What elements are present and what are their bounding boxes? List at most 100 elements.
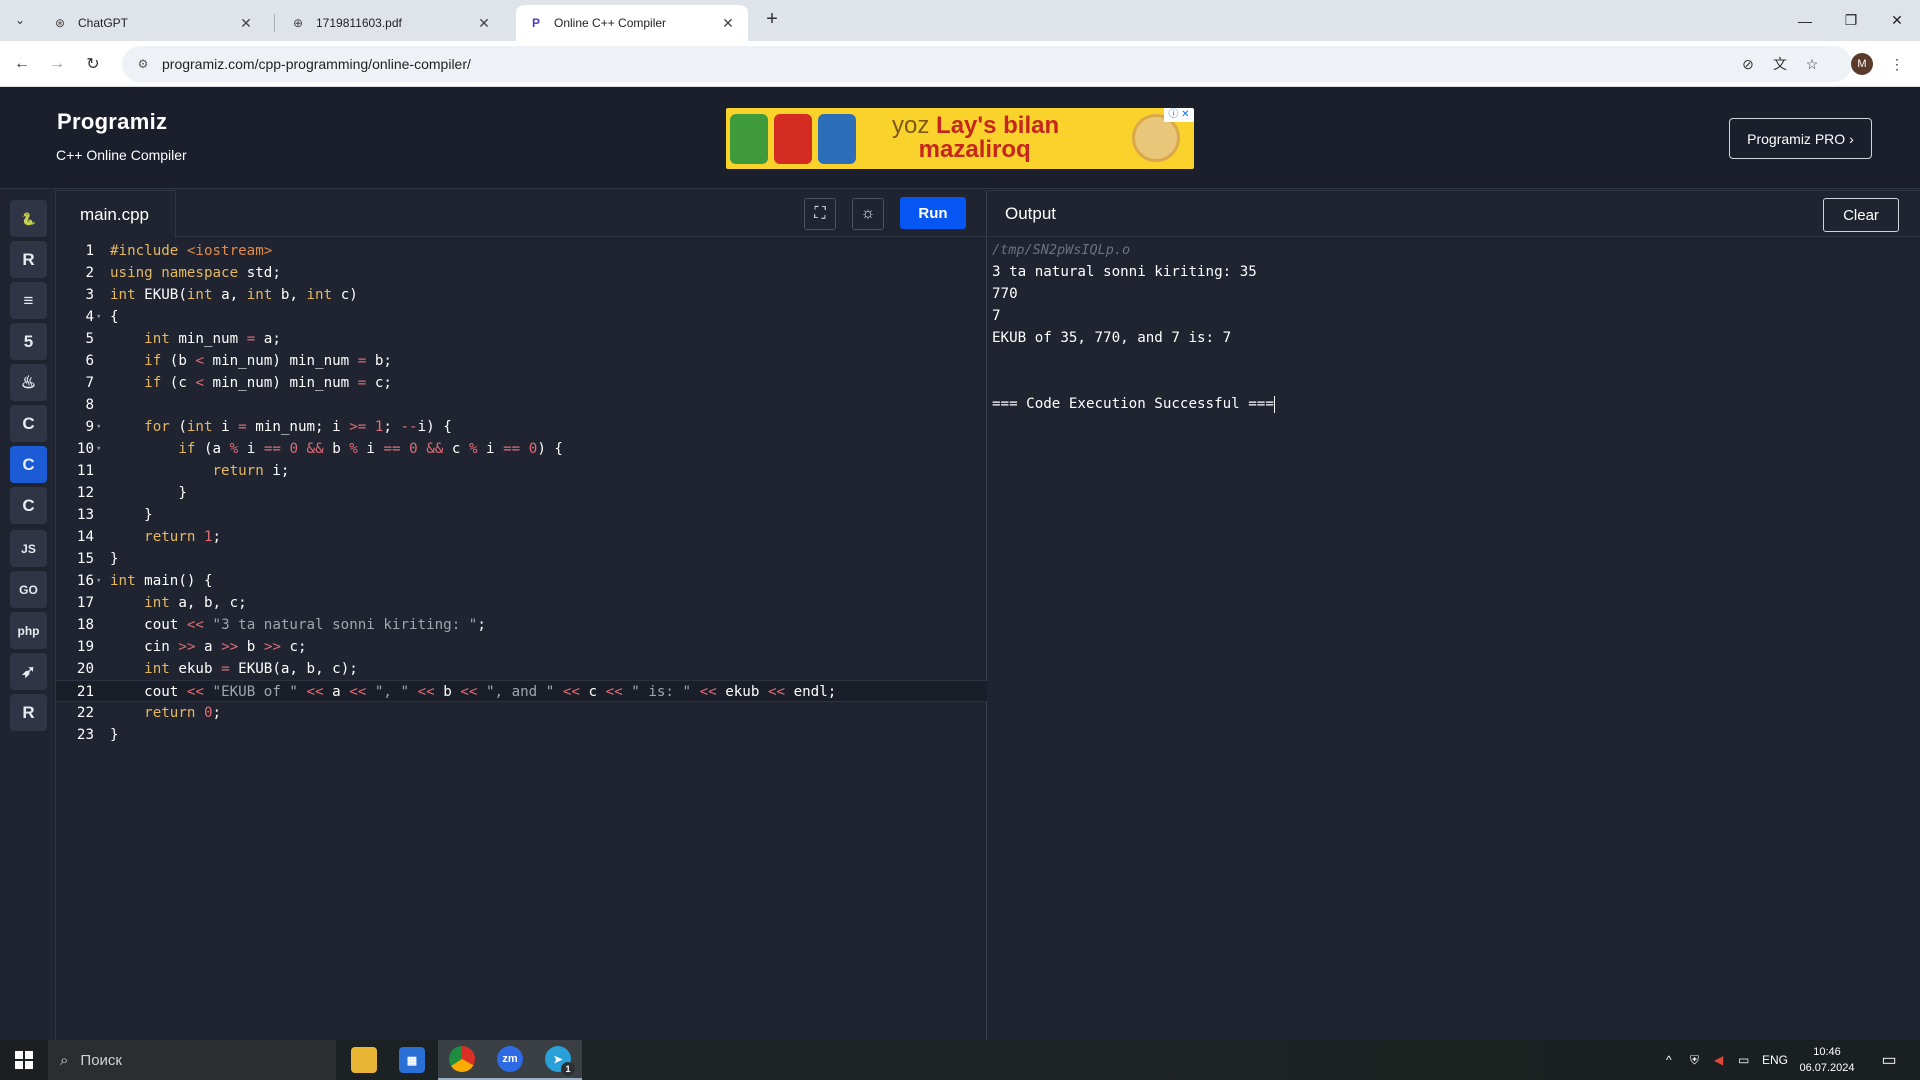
search-placeholder: Поиск: [80, 1051, 122, 1069]
close-icon[interactable]: ✕: [720, 15, 736, 32]
swift-icon[interactable]: ➶: [10, 653, 47, 690]
fold-arrow-icon[interactable]: ▾: [96, 416, 106, 438]
cpp-icon[interactable]: C: [10, 446, 47, 483]
reload-icon[interactable]: ↻: [80, 51, 106, 77]
output-line: === Code Execution Successful ===: [992, 395, 1275, 413]
fold-arrow-icon[interactable]: ▾: [96, 570, 106, 592]
menu-dots-icon[interactable]: ⋮: [1886, 53, 1908, 75]
code-line[interactable]: 14 return 1;: [56, 526, 987, 548]
code-text: int ekub = EKUB(a, b, c);: [144, 661, 358, 677]
forward-icon[interactable]: →: [44, 51, 70, 77]
code-line[interactable]: 2 using namespace std;: [56, 262, 987, 284]
tab-pdf[interactable]: ⊕ 1719811603.pdf ✕: [278, 5, 504, 41]
tab-search-icon[interactable]: ⌄: [8, 8, 32, 32]
code-line[interactable]: 17 int a, b, c;: [56, 592, 987, 614]
fullscreen-icon[interactable]: ⛶: [804, 198, 836, 230]
c-icon[interactable]: C: [10, 405, 47, 442]
close-icon[interactable]: ✕: [238, 15, 254, 32]
tray-volume-icon[interactable]: ◀: [1714, 1040, 1723, 1080]
tray-language[interactable]: ENG: [1762, 1040, 1788, 1080]
programiz-pro-button[interactable]: Programiz PRO ›: [1729, 118, 1872, 159]
tab-chatgpt[interactable]: ⊛ ChatGPT ✕: [40, 5, 266, 41]
close-icon[interactable]: ✕: [476, 15, 492, 32]
code-line[interactable]: 10 ▾ if (a % i == 0 && b % i == 0 && c % …: [56, 438, 987, 460]
code-text: if (b < min_num) min_num = b;: [144, 353, 392, 369]
code-line[interactable]: 11 return i;: [56, 460, 987, 482]
code-line[interactable]: 23}: [56, 724, 987, 746]
code-line[interactable]: 21 cout << "EKUB of " << a << ", " << b …: [56, 680, 987, 702]
rust-icon[interactable]: R: [10, 694, 47, 731]
php-icon[interactable]: php: [10, 612, 47, 649]
code-text: }: [110, 507, 153, 523]
theme-toggle-icon[interactable]: ☼: [852, 198, 884, 230]
javascript-icon[interactable]: JS: [10, 530, 47, 567]
bookmark-star-icon[interactable]: ☆: [1801, 53, 1823, 75]
camera-off-icon[interactable]: ⊘: [1737, 53, 1759, 75]
output-header: Output Clear: [988, 190, 1920, 237]
site-info-icon[interactable]: ⚙: [132, 57, 154, 71]
code-line[interactable]: 1 #include <iostream>: [56, 240, 987, 262]
minimize-icon[interactable]: —: [1782, 0, 1828, 41]
python-icon[interactable]: 🐍: [10, 200, 47, 237]
start-button[interactable]: [0, 1040, 48, 1080]
code-line[interactable]: 20 int ekub = EKUB(a, b, c);: [56, 658, 987, 680]
tray-display-icon[interactable]: ▭: [1738, 1040, 1749, 1080]
code-line[interactable]: 19 cin >> a >> b >> c;: [56, 636, 987, 658]
output-console[interactable]: /tmp/SN2pWsIQLp.o 3 ta natural sonni kir…: [992, 239, 1275, 415]
line-number: 3: [85, 287, 94, 303]
go-icon[interactable]: GO: [10, 571, 47, 608]
csharp-icon[interactable]: C: [10, 487, 47, 524]
code-line[interactable]: 4 ▾{: [56, 306, 987, 328]
taskbar-chrome[interactable]: [438, 1040, 486, 1080]
taskbar-store[interactable]: ▦: [388, 1040, 436, 1080]
profile-avatar[interactable]: M: [1851, 53, 1873, 75]
code-line[interactable]: 8: [56, 394, 987, 416]
output-line: 3 ta natural sonni kiriting: 35: [992, 264, 1257, 280]
code-line[interactable]: 12 }: [56, 482, 987, 504]
tab-label: Online C++ Compiler: [554, 16, 667, 30]
code-line[interactable]: 22 return 0;: [56, 702, 987, 724]
code-line[interactable]: 3 int EKUB(int a, int b, int c): [56, 284, 987, 306]
code-editor-pane: main.cpp ⛶ ☼ Run 1 #include <iostream> 2 us…: [56, 190, 987, 1040]
run-button[interactable]: Run: [900, 197, 966, 229]
restore-icon[interactable]: ❐: [1828, 0, 1874, 41]
taskbar-file-explorer[interactable]: [340, 1040, 388, 1080]
java-icon[interactable]: ♨: [10, 364, 47, 401]
new-tab-button[interactable]: +: [758, 8, 786, 32]
code-line[interactable]: 18 cout << "3 ta natural sonni kiriting:…: [56, 614, 987, 636]
code-line[interactable]: 6 if (b < min_num) min_num = b;: [56, 350, 987, 372]
notification-icon[interactable]: ▭: [1869, 1040, 1909, 1080]
address-bar[interactable]: ⚙ programiz.com/cpp-programming/online-c…: [122, 46, 1852, 82]
fold-arrow-icon[interactable]: ▾: [96, 438, 106, 460]
code-line[interactable]: 16 ▾ int main() {: [56, 570, 987, 592]
sql-icon[interactable]: ≡: [10, 282, 47, 319]
clear-button[interactable]: Clear: [1823, 198, 1899, 232]
tray-network-icon[interactable]: ⛨: [1690, 1040, 1699, 1080]
zoom-icon: zm: [497, 1046, 523, 1072]
ad-close-icon[interactable]: ⓘ ✕: [1164, 108, 1194, 122]
code-line[interactable]: 5 int min_num = a;: [56, 328, 987, 350]
ad-text: yoz Lay's bilan mazaliroq: [892, 112, 1060, 163]
code-text: for (int i = min_num; i >= 1; --i) {: [144, 419, 452, 435]
file-tab-main-cpp[interactable]: main.cpp: [56, 190, 176, 238]
close-window-icon[interactable]: ✕: [1874, 0, 1920, 41]
taskbar-telegram[interactable]: ➤ 1: [534, 1040, 582, 1080]
taskbar-search[interactable]: ⌕ Поиск: [48, 1040, 336, 1080]
code-area[interactable]: 1 #include <iostream> 2 using namespace std…: [56, 240, 987, 746]
taskbar-zoom[interactable]: zm: [486, 1040, 534, 1080]
line-number: 6: [85, 353, 94, 369]
fold-arrow-icon[interactable]: ▾: [96, 306, 106, 328]
r-icon[interactable]: R: [10, 241, 47, 278]
html-icon[interactable]: 5: [10, 323, 47, 360]
advertisement-banner[interactable]: yoz Lay's bilan mazaliroq ⓘ ✕: [726, 108, 1194, 169]
translate-icon[interactable]: 文: [1769, 53, 1791, 75]
taskbar-clock[interactable]: 10:46 06.07.2024: [1794, 1044, 1860, 1076]
tray-chevron-up-icon[interactable]: ^: [1666, 1040, 1672, 1080]
code-line[interactable]: 9 ▾ for (int i = min_num; i >= 1; --i) {: [56, 416, 987, 438]
code-line[interactable]: 15}: [56, 548, 987, 570]
tab-online-compiler[interactable]: P Online C++ Compiler ✕: [516, 5, 748, 41]
code-line[interactable]: 13 }: [56, 504, 987, 526]
code-line[interactable]: 7 if (c < min_num) min_num = c;: [56, 372, 987, 394]
programiz-logo[interactable]: Programiz: [57, 109, 167, 135]
back-icon[interactable]: ←: [9, 51, 35, 77]
